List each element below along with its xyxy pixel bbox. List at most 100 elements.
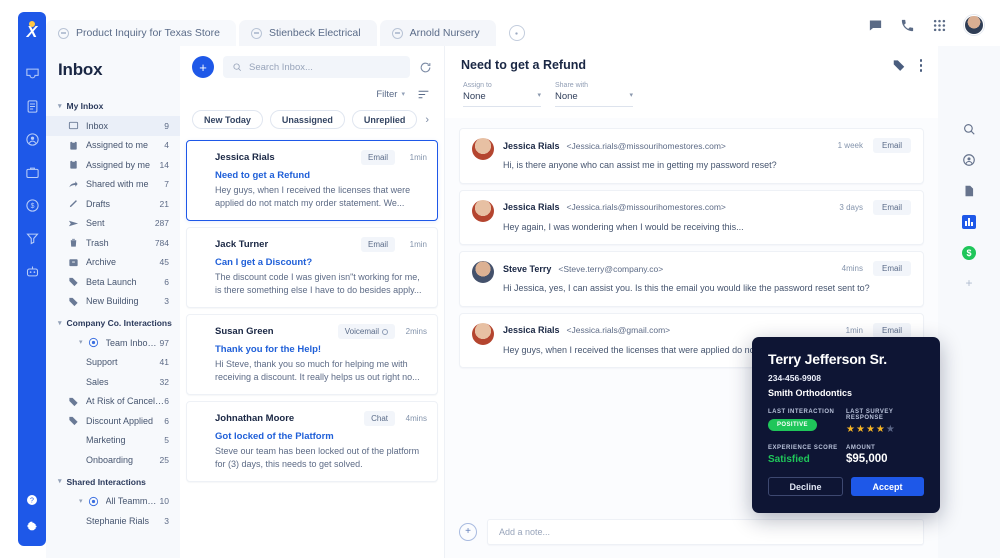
app-logo[interactable]: X — [18, 18, 46, 48]
contact-icon[interactable] — [962, 153, 976, 167]
sidebar-title: Inbox — [58, 60, 103, 79]
help-icon[interactable]: ? — [26, 494, 38, 506]
sidebar-item-drafts[interactable]: Drafts 21 — [46, 194, 180, 214]
assign-to-label: Assign to — [463, 82, 492, 89]
filter-dropdown[interactable]: Filter ▾ — [376, 89, 405, 100]
tab-2[interactable]: Arnold Nursery — [379, 20, 496, 46]
tag-icon — [68, 276, 79, 287]
rail-billing-icon[interactable]: $ — [25, 198, 40, 213]
sidebar-item-onboarding[interactable]: Onboarding 25 — [46, 450, 180, 470]
rail-filter-icon[interactable] — [25, 231, 40, 246]
chat-icon[interactable] — [868, 18, 883, 33]
refresh-icon[interactable] — [419, 61, 432, 74]
conversation-item-0[interactable]: Jessica Rials Email 1min Need to get a R… — [186, 140, 438, 222]
sidebar-item-new-building[interactable]: New Building 3 — [46, 292, 180, 312]
message-2[interactable]: Steve Terry <Steve.terry@company.co> 4mi… — [459, 251, 924, 307]
message-sender: Jessica Rials — [503, 325, 560, 336]
share-with-value: None — [555, 91, 578, 102]
message-0[interactable]: Jessica Rials <Jessica.rials@missourihom… — [459, 128, 924, 184]
sidebar-item-sales[interactable]: Sales 32 — [46, 372, 180, 392]
sidebar-item-sent[interactable]: Sent 287 — [46, 214, 180, 234]
sidebar-item-assigned-to-me[interactable]: Assigned to me 4 — [46, 136, 180, 156]
message-sender: Jessica Rials — [503, 140, 560, 151]
channel-label: Email — [367, 240, 388, 250]
sidebar-item-trash[interactable]: Trash 784 — [46, 233, 180, 253]
chip-unassigned[interactable]: Unassigned — [269, 110, 345, 129]
sidebar-item-label: Onboarding — [86, 454, 134, 465]
message-email: <Steve.terry@company.co> — [558, 263, 664, 274]
document-icon[interactable] — [962, 184, 976, 198]
chips-next-icon[interactable]: › — [425, 114, 429, 126]
sidebar-group-company-interactions[interactable]: ▾ Company Co. Interactions — [46, 311, 180, 333]
sidebar-item-discount-applied[interactable]: Discount Applied 6 — [46, 411, 180, 431]
rail-inbox-icon[interactable] — [25, 66, 40, 81]
tag-icon[interactable] — [892, 58, 906, 72]
compose-button[interactable]: + — [192, 56, 214, 78]
sidebar-item-beta-launch[interactable]: Beta Launch 6 — [46, 272, 180, 292]
chevron-down-icon: ▾ — [401, 91, 405, 98]
conversation-preview: Hey guys, when I received the licenses t… — [215, 185, 411, 209]
search-placeholder: Search Inbox... — [249, 61, 313, 73]
detail-title-row: Need to get a Refund — [461, 58, 922, 72]
amount-block: AMOUNT $95,000 — [846, 445, 924, 465]
tab-0[interactable]: Product Inquiry for Texas Store — [46, 20, 236, 46]
rail-briefcase-icon[interactable] — [25, 165, 40, 180]
sidebar-group-shared-interactions[interactable]: ▾ Shared Interactions — [46, 470, 180, 492]
gear-icon[interactable] — [26, 520, 38, 532]
search-icon[interactable] — [962, 122, 976, 136]
archive-icon — [68, 257, 79, 268]
sidebar-item-count: 32 — [159, 376, 169, 387]
add-attachment-button[interactable]: + — [459, 523, 477, 541]
chip-unreplied[interactable]: Unreplied — [351, 110, 418, 129]
accept-button[interactable]: Accept — [851, 477, 924, 496]
sidebar-item-at-risk-of-cancelling[interactable]: At Risk of Cancelling 6 — [46, 392, 180, 412]
decline-button[interactable]: Decline — [768, 477, 843, 496]
assign-to-select[interactable]: Assign to None ▾ — [463, 82, 541, 107]
tab-label: Arnold Nursery — [409, 27, 480, 39]
star-icon: ★ — [865, 424, 876, 435]
experience-label: EXPERIENCE SCORE — [768, 445, 838, 451]
billing-icon[interactable]: $ — [962, 246, 976, 260]
top-bar: Product Inquiry for Texas Store Stienbec… — [0, 0, 1000, 46]
last-interaction-block: LAST INTERACTION POSITIVE — [768, 409, 846, 435]
share-with-select[interactable]: Share with None ▾ — [555, 82, 633, 107]
analytics-icon[interactable] — [962, 215, 976, 229]
phone-icon[interactable] — [900, 18, 915, 33]
chevron-down-icon: ▾ — [58, 319, 62, 327]
sort-icon[interactable] — [417, 88, 430, 101]
rail-bot-icon[interactable] — [25, 264, 40, 279]
tab-1[interactable]: Stienbeck Electrical — [238, 20, 377, 46]
rail-documents-icon[interactable] — [25, 99, 40, 114]
conversation-item-3[interactable]: Johnathan Moore Chat 4mins Got locked of… — [186, 401, 438, 483]
chip-new-today[interactable]: New Today — [192, 110, 263, 129]
apps-grid-icon[interactable] — [932, 18, 947, 33]
contact-name: Terry Jefferson Sr. — [768, 351, 887, 367]
new-tab-button[interactable] — [508, 25, 525, 41]
sidebar-item-label: Trash — [86, 237, 109, 248]
conversation-item-1[interactable]: Jack Turner Email 1min Can I get a Disco… — [186, 227, 438, 309]
channel-label: Voicemail — [344, 327, 379, 337]
message-1[interactable]: Jessica Rials <Jessica.rials@missourihom… — [459, 189, 924, 246]
sidebar-item-stephanie-rials[interactable]: Stephanie Rials 3 — [46, 511, 180, 531]
sidebar-item-shared-with-me[interactable]: Shared with me 7 — [46, 175, 180, 195]
conversation-item-2[interactable]: Susan Green Voicemail 2mins Thank you fo… — [186, 314, 438, 396]
search-input[interactable]: Search Inbox... — [223, 56, 410, 78]
sidebar-group-my-inbox[interactable]: ▾ My Inbox — [46, 94, 180, 116]
message-time: 4mins — [841, 264, 863, 274]
more-options-icon[interactable] — [919, 58, 922, 72]
sidebar-item-team-inboxes[interactable]: ▾ Team Inboxes 97 — [46, 333, 180, 353]
user-avatar[interactable] — [964, 15, 984, 35]
sidebar-item-assigned-by-me[interactable]: Assigned by me 14 — [46, 155, 180, 175]
star-icon: ★ — [846, 424, 856, 435]
sidebar-item-marketing[interactable]: Marketing 5 — [46, 431, 180, 451]
share-with-label: Share with — [555, 82, 589, 89]
sidebar-item-inbox[interactable]: Inbox 9 — [46, 116, 180, 136]
sidebar-item-archive[interactable]: Archive 45 — [46, 253, 180, 273]
rail-contacts-icon[interactable] — [25, 132, 40, 147]
chevron-down-icon: ▾ — [79, 497, 83, 505]
sidebar-item-support[interactable]: Support 41 — [46, 353, 180, 373]
note-input[interactable]: Add a note... — [487, 519, 924, 545]
sidebar-item-all-teammates[interactable]: ▾ All Teammates 10 — [46, 492, 180, 512]
add-widget-icon[interactable]: + — [965, 277, 972, 289]
sidebar-item-count: 25 — [159, 454, 169, 465]
